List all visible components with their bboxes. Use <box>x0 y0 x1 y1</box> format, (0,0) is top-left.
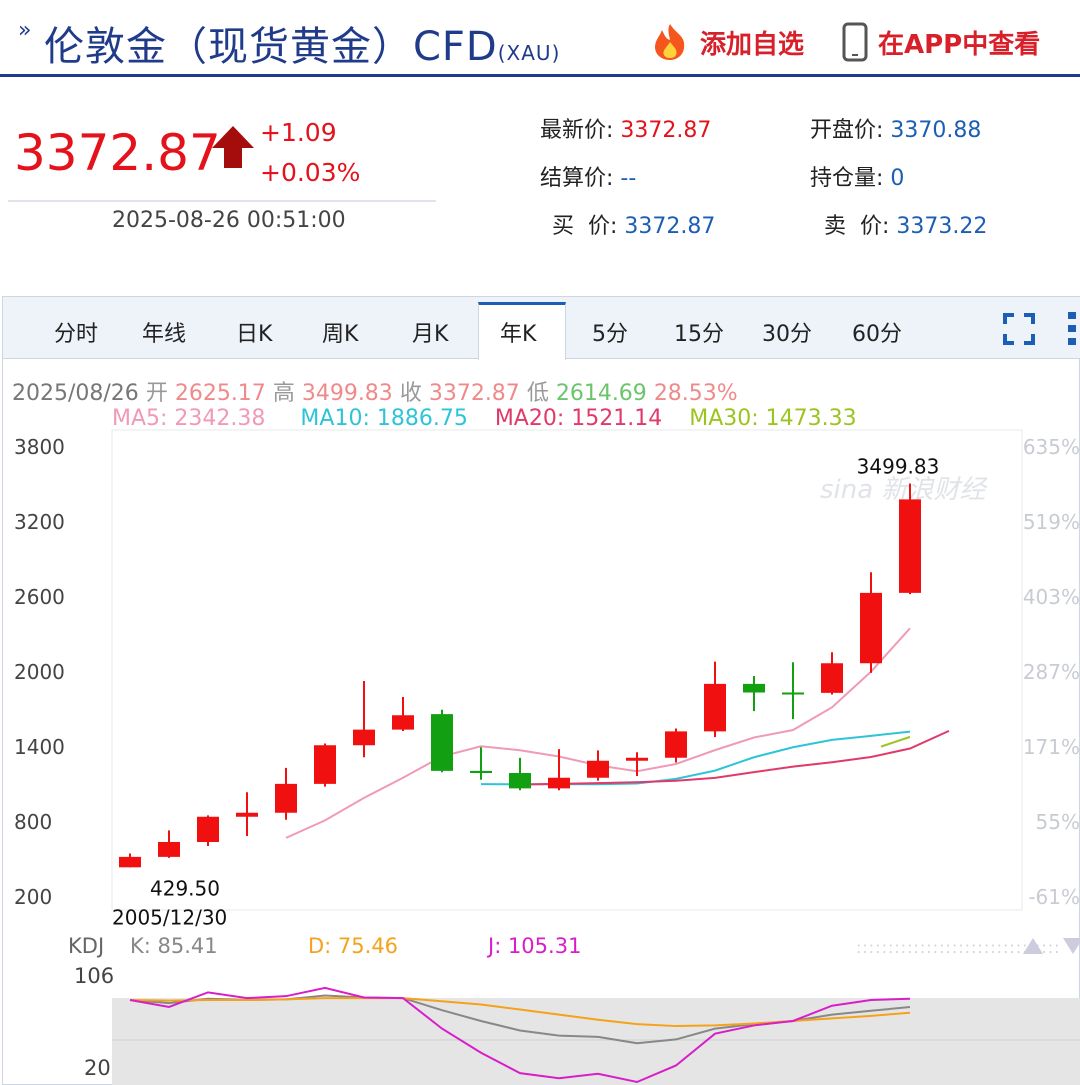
ma30-line <box>880 735 911 748</box>
kdj-band <box>112 998 1080 1085</box>
candle-body <box>236 812 258 817</box>
candle-body <box>704 683 726 732</box>
y-tick-label: 2600 <box>14 585 65 609</box>
candle-body <box>314 745 336 784</box>
candle-body <box>821 663 843 693</box>
y-tick-label: 200 <box>14 885 52 909</box>
max-price-label: 3499.83 <box>857 455 940 479</box>
y-tick-label: 800 <box>14 810 52 834</box>
candle-body <box>899 499 921 593</box>
candle-body <box>509 773 531 789</box>
candle-body <box>275 783 297 813</box>
pct-tick-label: 519% <box>1023 510 1080 534</box>
y-tick-label: 3800 <box>14 435 65 459</box>
candle-body <box>587 760 609 778</box>
pct-tick-label: 171% <box>1023 735 1080 759</box>
candle-body <box>392 715 414 730</box>
min-date-label: 2005/12/30 <box>112 905 227 929</box>
candle-body <box>548 777 570 789</box>
pct-tick-label: 287% <box>1023 660 1080 684</box>
y-tick-label: 2000 <box>14 660 65 684</box>
ma5-line <box>285 627 911 839</box>
candle-body <box>470 770 492 773</box>
pct-tick-label: -61% <box>1028 885 1080 909</box>
y-tick-label: 3200 <box>14 510 65 534</box>
pct-tick-label: 55% <box>1036 810 1080 834</box>
candle-body <box>353 729 375 746</box>
candle-body <box>743 683 765 693</box>
candlestick-chart: 3800 635% 3200 519% 2600 403% 2000 287% 1400 171%… <box>14 429 1080 1085</box>
candle-body <box>158 842 180 857</box>
candle-body <box>197 816 219 842</box>
pct-tick-label: 635% <box>1023 435 1080 459</box>
candle-body <box>860 592 882 664</box>
min-price-label: 429.50 <box>150 876 220 900</box>
candle-body <box>665 731 687 758</box>
y-tick-label: 1400 <box>14 735 65 759</box>
candle-body <box>431 714 453 771</box>
ma20-line <box>519 729 950 786</box>
candle-body <box>119 856 141 868</box>
pct-tick-label: 403% <box>1023 585 1080 609</box>
candle-body <box>626 757 648 761</box>
candle-body <box>782 692 804 695</box>
